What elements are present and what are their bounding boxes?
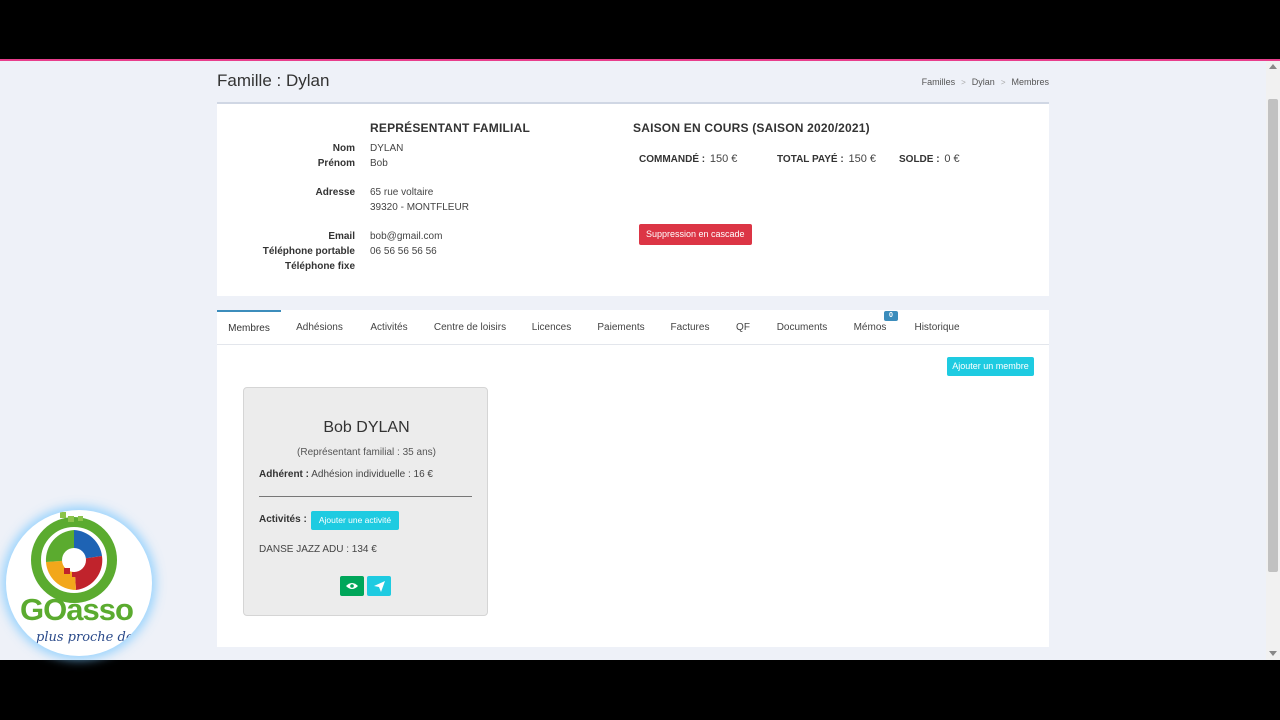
letterbox-top — [0, 0, 1280, 59]
breadcrumb-familles[interactable]: Familles — [922, 77, 956, 87]
tab-paiements[interactable]: Paiements — [589, 310, 653, 345]
breadcrumb-separator: > — [1000, 77, 1006, 87]
activites-label: Activités : — [259, 514, 307, 525]
tel-portable-label: Téléphone portable — [262, 246, 355, 257]
memos-count-badge: 0 — [884, 311, 898, 321]
solde-label: SOLDE : — [899, 154, 940, 165]
nom-label: Nom — [332, 143, 355, 154]
email-value: bob@gmail.com — [370, 231, 443, 242]
page-viewport: Famille : Dylan Familles > Dylan > Membr… — [0, 61, 1280, 660]
family-info-card: REPRÉSENTANT FAMILIAL Nom DYLAN Prénom B… — [217, 102, 1049, 296]
goasso-logo: GOasso plus proche de — [6, 510, 152, 656]
tab-adhesions[interactable]: Adhésions — [287, 310, 352, 345]
tel-portable-value: 06 56 56 56 56 — [370, 246, 437, 257]
tab-centre-de-loisirs[interactable]: Centre de loisirs — [427, 310, 513, 345]
adresse-line2: 39320 - MONTFLEUR — [370, 202, 469, 213]
eye-icon — [346, 583, 358, 589]
logo-text: GOasso — [20, 592, 134, 627]
card-divider — [259, 496, 472, 497]
tabs-panel: Membres Adhésions Activités Centre de lo… — [217, 310, 1049, 647]
logo-tagline: plus proche de — [36, 630, 134, 645]
add-activity-button[interactable]: Ajouter une activité — [311, 511, 399, 530]
adherent-value: Adhésion individuelle : 16 € — [311, 469, 433, 480]
representative-title: REPRÉSENTANT FAMILIAL — [370, 121, 530, 135]
tab-membres[interactable]: Membres — [217, 310, 281, 345]
adresse-line1: 65 rue voltaire — [370, 187, 434, 198]
solde-stat: SOLDE : 0 € — [899, 153, 960, 165]
page-title: Famille : Dylan — [217, 71, 330, 90]
add-member-button[interactable]: Ajouter un membre — [947, 357, 1034, 376]
tab-bar: Membres Adhésions Activités Centre de lo… — [217, 310, 1049, 345]
tab-activites[interactable]: Activités — [360, 310, 418, 345]
prenom-value: Bob — [370, 158, 388, 169]
total-paye-stat: TOTAL PAYÉ : 150 € — [777, 153, 876, 165]
breadcrumb-dylan[interactable]: Dylan — [972, 77, 995, 87]
vertical-scrollbar[interactable] — [1266, 61, 1280, 660]
adresse-label: Adresse — [315, 187, 355, 198]
tab-historique[interactable]: Historique — [905, 310, 969, 345]
tab-documents[interactable]: Documents — [770, 310, 834, 345]
paper-plane-icon — [373, 580, 385, 592]
total-paye-label: TOTAL PAYÉ : — [777, 154, 844, 165]
tab-qf[interactable]: QF — [729, 310, 757, 345]
solde-value: 0 € — [944, 153, 960, 165]
commande-label: COMMANDÉ : — [639, 154, 706, 165]
scroll-up-icon[interactable] — [1269, 64, 1277, 69]
commande-stat: COMMANDÉ : 150 € — [639, 153, 737, 165]
member-name: Bob DYLAN — [323, 419, 410, 436]
scroll-down-icon[interactable] — [1269, 651, 1277, 656]
member-adherent: Adhérent : Adhésion individuelle : 16 € — [259, 469, 433, 480]
breadcrumb: Familles > Dylan > Membres — [922, 77, 1049, 87]
letterbox-bottom — [0, 660, 1280, 720]
tab-factures[interactable]: Factures — [664, 310, 716, 345]
view-member-button[interactable] — [340, 576, 364, 596]
tel-fixe-label: Téléphone fixe — [284, 261, 355, 272]
member-role: (Représentant familial : 35 ans) — [297, 447, 436, 458]
season-title: SAISON EN COURS (SAISON 2020/2021) — [633, 121, 870, 135]
total-paye-value: 150 € — [848, 153, 876, 165]
prenom-label: Prénom — [317, 158, 355, 169]
tab-licences[interactable]: Licences — [525, 310, 578, 345]
breadcrumb-membres: Membres — [1011, 77, 1049, 87]
adherent-label: Adhérent : — [259, 469, 309, 480]
breadcrumb-separator: > — [961, 77, 966, 87]
member-activites-label: Activités : — [259, 514, 307, 525]
nom-value: DYLAN — [370, 143, 404, 154]
scroll-thumb[interactable] — [1268, 99, 1278, 572]
member-card: Bob DYLAN (Représentant familial : 35 an… — [243, 387, 488, 616]
email-label: Email — [328, 231, 355, 242]
cascade-delete-button[interactable]: Suppression en cascade — [639, 224, 752, 245]
commande-value: 150 € — [709, 153, 738, 165]
member-activity: DANSE JAZZ ADU : 134 € — [259, 544, 377, 555]
send-member-button[interactable] — [367, 576, 391, 596]
